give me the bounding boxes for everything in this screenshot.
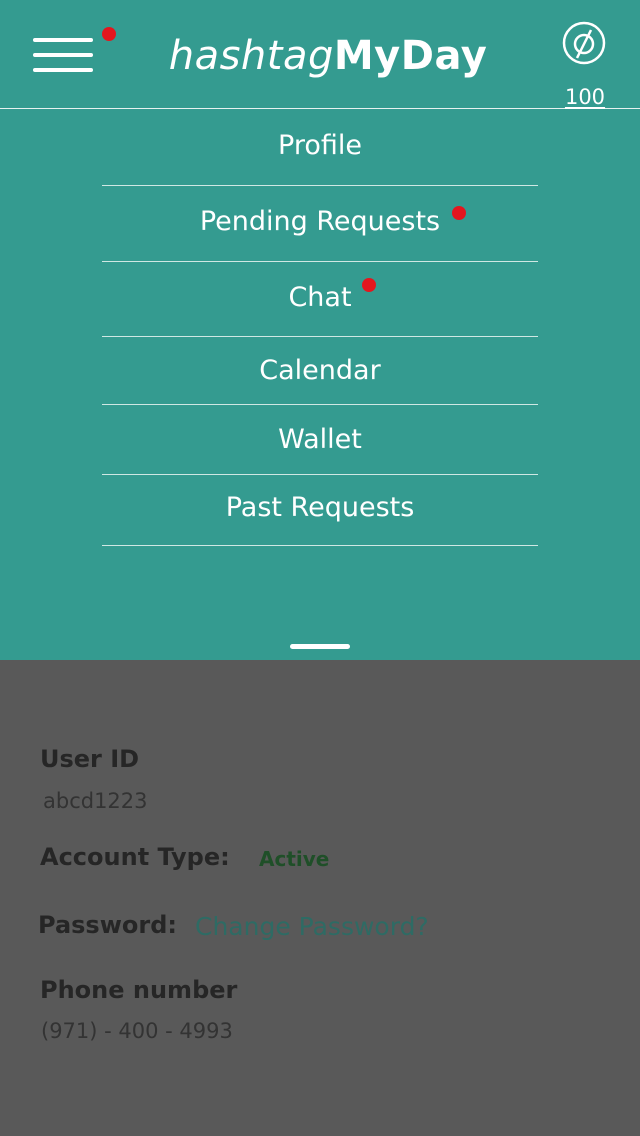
logo-bold-text: MyDay xyxy=(333,33,488,79)
menu-item-pending-requests[interactable]: Pending Requests xyxy=(102,186,538,262)
account-status-badge: Active xyxy=(259,847,330,871)
menu-item-chat[interactable]: Chat xyxy=(102,262,538,337)
menu-item-calendar[interactable]: Calendar xyxy=(102,337,538,405)
menu-item-wallet[interactable]: Wallet xyxy=(102,405,538,475)
password-label: Password: xyxy=(38,911,177,939)
menu-item-past-requests[interactable]: Past Requests xyxy=(102,475,538,546)
menu-item-profile[interactable]: Profile xyxy=(102,109,538,186)
menu-item-label: Wallet xyxy=(278,424,362,455)
chat-notification-dot xyxy=(361,278,376,292)
logo-light-text: hashtag xyxy=(168,33,334,79)
change-password-link[interactable]: Change Password? xyxy=(195,912,429,941)
menu-item-label: Chat xyxy=(288,282,352,313)
phone-number-value: (971) - 400 - 4993 xyxy=(41,1019,233,1043)
user-id-value: abcd1223 xyxy=(43,789,148,813)
coin-icon xyxy=(562,21,606,65)
user-id-label: User ID xyxy=(40,745,140,773)
menu-item-label: Past Requests xyxy=(225,492,415,523)
coin-balance[interactable]: 100 xyxy=(555,18,615,109)
coin-amount: 100 xyxy=(564,85,606,109)
phone-number-label: Phone number xyxy=(40,976,238,1004)
menu-item-label: Pending Requests xyxy=(199,206,441,237)
pending-requests-notification-dot xyxy=(452,206,467,220)
app-header: hashtagMyDay 100 xyxy=(0,0,640,109)
navigation-menu-panel: Profile Pending Requests Chat Calendar W… xyxy=(0,109,640,660)
account-type-label: Account Type: xyxy=(40,843,230,871)
menu-drag-handle[interactable] xyxy=(290,644,350,649)
app-logo: hashtagMyDay xyxy=(0,30,640,82)
menu-item-label: Profile xyxy=(278,130,362,161)
menu-item-label: Calendar xyxy=(259,355,381,386)
